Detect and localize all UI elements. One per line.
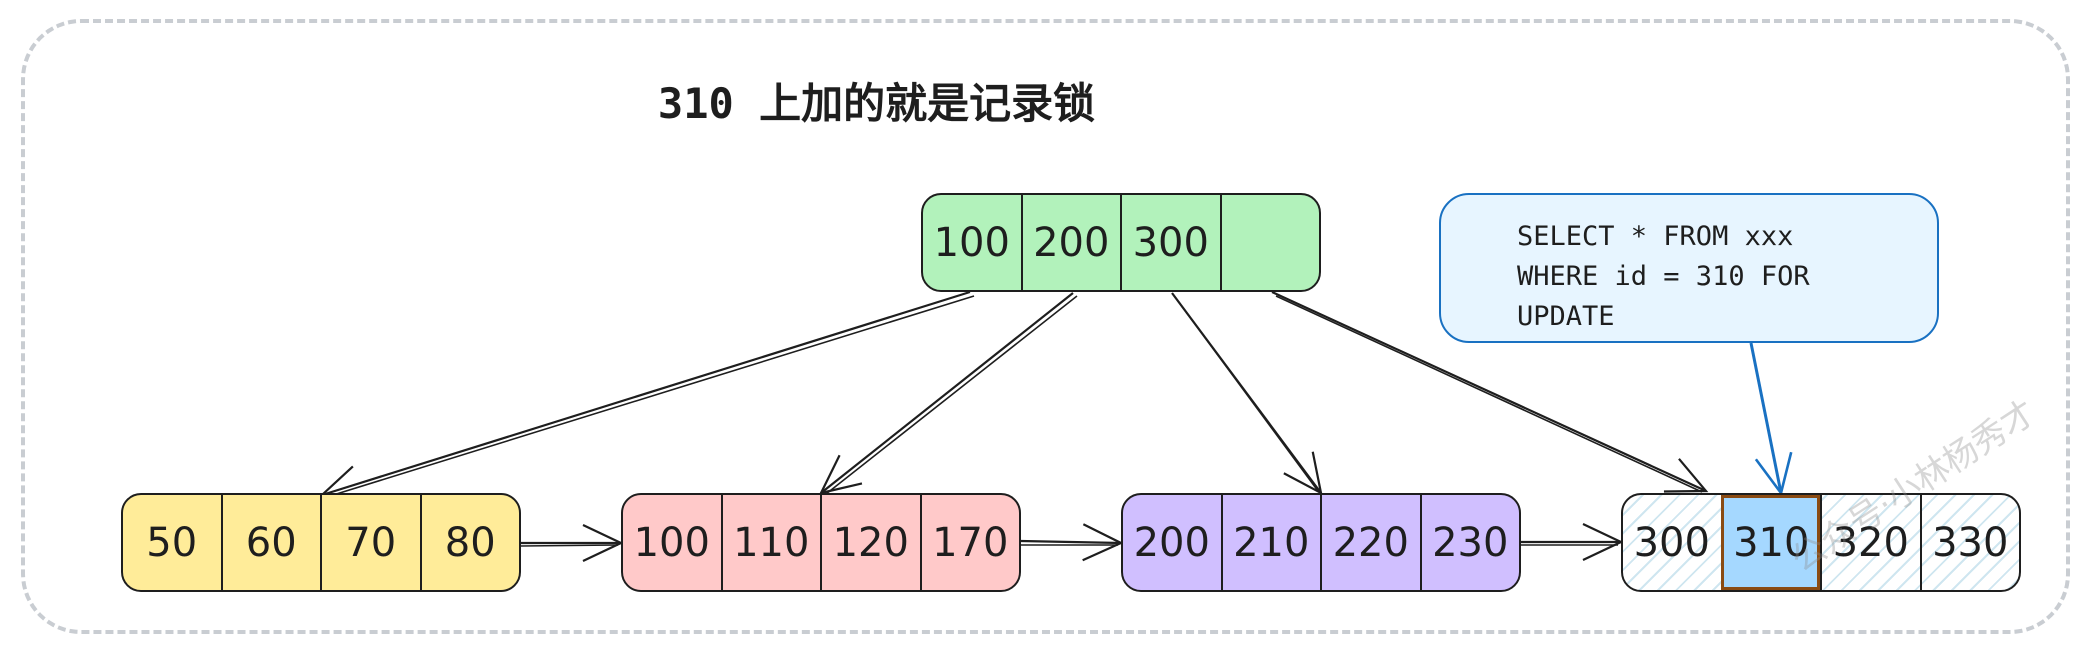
sql-line-3: UPDATE — [1517, 301, 1615, 332]
arrow-root-to-leaf-2 — [818, 292, 1074, 495]
leaf-key: 230 — [1419, 495, 1520, 590]
leaf-key: 110 — [720, 495, 821, 590]
root-key: 200 — [1020, 195, 1121, 290]
root-key-empty — [1219, 195, 1320, 290]
leaf-key: 170 — [919, 495, 1020, 590]
leaf-key: 100 — [633, 519, 710, 566]
arrow-leaf-2-to-leaf-3 — [1020, 523, 1124, 562]
leaf-key: 60 — [220, 495, 321, 590]
leaf-node-3: 200 210 220 230 — [1121, 493, 1521, 592]
sql-line-2: WHERE id = 310 FOR — [1517, 261, 1810, 292]
arrow-root-to-leaf-1 — [319, 290, 971, 502]
leaf-key: 300 — [1633, 519, 1710, 566]
leaf-node-1: 50 60 70 80 — [121, 493, 521, 592]
leaf-key: 330 — [1919, 495, 2020, 590]
sql-line-1: SELECT * FROM xxx — [1517, 221, 1794, 252]
leaf-key: 220 — [1320, 495, 1420, 590]
leaf-key: 200 — [1133, 519, 1210, 566]
leaf-key: 210 — [1220, 495, 1321, 590]
arrow-sql-to-locked-record — [1749, 342, 1793, 496]
leaf-node-2: 100 110 120 170 — [621, 493, 1021, 592]
sql-callout: SELECT * FROM xxx WHERE id = 310 FOR UPD… — [1439, 193, 1939, 343]
leaf-key: 50 — [146, 519, 198, 566]
leaf-key: 70 — [320, 495, 420, 590]
leaf-key: 80 — [419, 495, 520, 590]
root-key: 100 — [933, 219, 1010, 266]
root-key: 300 — [1120, 195, 1220, 290]
root-node: 100 200 300 — [921, 193, 1321, 292]
leaf-key: 120 — [820, 495, 920, 590]
